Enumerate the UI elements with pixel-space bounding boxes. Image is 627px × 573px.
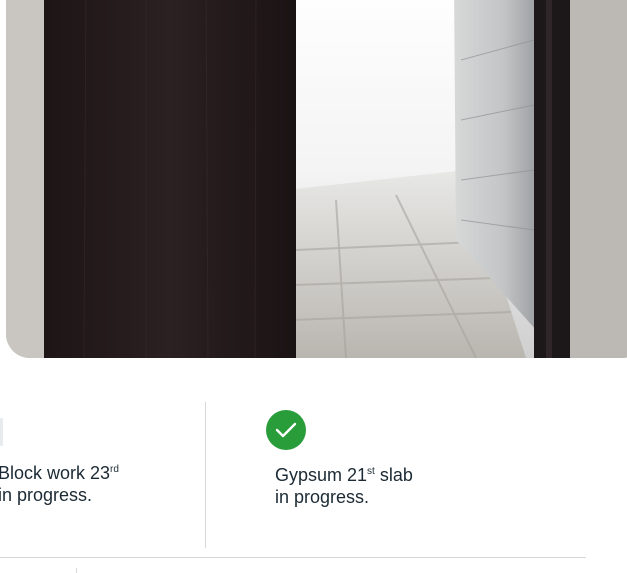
vertical-divider: [205, 402, 206, 548]
site-photo-illustration: [6, 0, 627, 358]
status-card-gypsum: Gypsum 21st slab in progress.: [266, 400, 516, 508]
status-text-block-work: Block work 23rd in progress.: [0, 463, 119, 505]
site-photo: [6, 0, 627, 358]
status-card-block-work: Block work 23rd in progress.: [0, 400, 198, 506]
status-text-gypsum: Gypsum 21st slab in progress.: [275, 465, 413, 507]
divider-tick: [76, 568, 77, 573]
check-icon: [266, 410, 306, 450]
horizontal-divider: [0, 557, 586, 558]
